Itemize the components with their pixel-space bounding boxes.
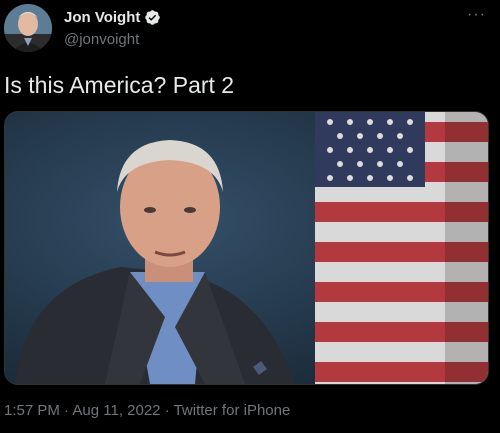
author-name-row[interactable]: Jon Voight bbox=[64, 9, 161, 26]
verified-badge-icon bbox=[145, 10, 161, 25]
tweet-text: Is this America? Part 2 bbox=[4, 72, 235, 98]
video-still bbox=[5, 112, 488, 384]
tweet-media-video[interactable] bbox=[4, 111, 489, 385]
more-options-icon[interactable]: ··· bbox=[467, 6, 486, 24]
author-handle[interactable]: @jonvoight bbox=[64, 31, 139, 48]
tweet-meta: 1:57 PM · Aug 11, 2022 · Twitter for iPh… bbox=[4, 402, 290, 419]
meta-separator: · bbox=[160, 402, 174, 419]
tweet-source: Twitter for iPhone bbox=[173, 402, 291, 419]
author-avatar[interactable] bbox=[4, 4, 52, 52]
meta-separator: · bbox=[59, 402, 73, 419]
author-name[interactable]: Jon Voight bbox=[64, 9, 140, 26]
avatar-image bbox=[4, 4, 52, 52]
tweet-date[interactable]: Aug 11, 2022 bbox=[72, 402, 160, 419]
american-flag bbox=[315, 112, 488, 384]
tweet-time[interactable]: 1:57 PM bbox=[4, 402, 60, 419]
